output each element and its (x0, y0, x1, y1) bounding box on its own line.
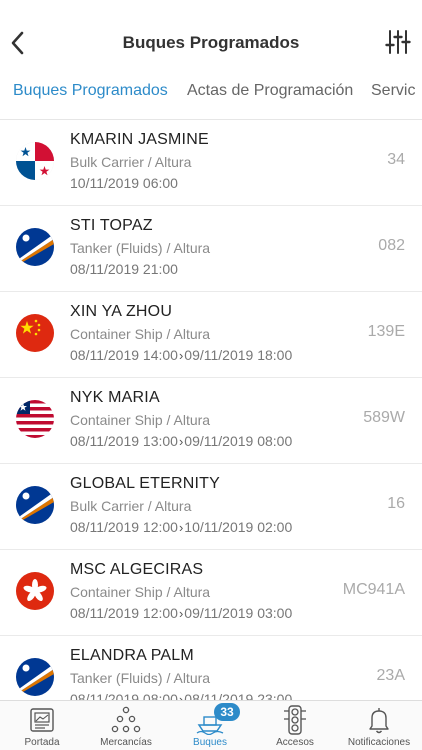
vessel-dates: 08/11/2019 12:00›10/11/2019 02:00 (70, 519, 292, 535)
vessel-dates: 10/11/2019 06:00 (70, 175, 178, 191)
chevron-right-icon: › (178, 348, 184, 363)
vessel-code: MC941A (342, 581, 405, 598)
vessel-type: Container Ship / Altura (70, 326, 211, 342)
bell-icon (369, 708, 389, 734)
date-to: 09/11/2019 18:00 (184, 347, 293, 363)
tabbar-item-portada[interactable]: Portada (0, 701, 84, 750)
list-item[interactable]: ELANDRA PALM Tanker (Fluids) / Altura 08… (0, 636, 422, 700)
vessel-name: STI TOPAZ (70, 217, 153, 234)
chevron-right-icon: › (178, 692, 184, 700)
buques-count-badge: 33 (214, 703, 240, 721)
list-item[interactable]: MSC ALGECIRAS Container Ship / Altura 08… (0, 550, 422, 636)
date-from: 08/11/2019 21:00 (70, 261, 178, 277)
tabbar-label: Portada (24, 737, 60, 748)
vessel-type: Tanker (Fluids) / Altura (70, 240, 211, 256)
tabbar-label: Mercancías (100, 737, 152, 748)
tab-servicios[interactable]: Servic (371, 82, 415, 100)
tabbar-item-buques[interactable]: 33 Buques (168, 701, 252, 750)
marshall-islands-flag-icon (16, 658, 54, 696)
vessel-name: MSC ALGECIRAS (70, 561, 204, 578)
date-from: 08/11/2019 12:00 (70, 519, 178, 535)
vessel-name: NYK MARIA (70, 389, 160, 406)
vessel-code: 082 (378, 237, 405, 254)
china-flag-icon (16, 314, 54, 352)
vessel-name: GLOBAL ETERNITY (70, 475, 220, 492)
list-item[interactable]: STI TOPAZ Tanker (Fluids) / Altura 08/11… (0, 206, 422, 292)
vessel-type: Bulk Carrier / Altura (70, 498, 192, 514)
bottom-tab-bar: Portada Mercancías 33 Buques Accesos Not… (0, 700, 422, 750)
tabbar-label: Buques (193, 737, 227, 748)
vessel-code: 139E (367, 323, 405, 340)
vessel-name: ELANDRA PALM (70, 647, 194, 664)
date-from: 10/11/2019 06:00 (70, 175, 178, 191)
vessel-type: Container Ship / Altura (70, 584, 211, 600)
tabbar-item-accesos[interactable]: Accesos (253, 701, 337, 750)
dots-grid-icon (111, 706, 141, 733)
date-to: 10/11/2019 02:00 (184, 519, 293, 535)
chevron-right-icon: › (178, 434, 184, 449)
date-from: 08/11/2019 12:00 (70, 605, 178, 621)
list-item[interactable]: NYK MARIA Container Ship / Altura 08/11/… (0, 378, 422, 464)
vessel-code: 589W (363, 409, 405, 426)
newspaper-icon (30, 708, 54, 732)
vessel-dates: 08/11/2019 14:00›09/11/2019 18:00 (70, 347, 292, 363)
vessel-code: 23A (376, 667, 405, 684)
panama-flag-icon (16, 142, 54, 180)
vessel-code: 34 (387, 151, 405, 168)
tab-buques-programados[interactable]: Buques Programados (13, 82, 168, 100)
chevron-right-icon: › (178, 606, 184, 621)
date-from: 08/11/2019 14:00 (70, 347, 178, 363)
marshall-islands-flag-icon (16, 486, 54, 524)
date-from: 08/11/2019 13:00 (70, 433, 178, 449)
list-item[interactable]: XIN YA ZHOU Container Ship / Altura 08/1… (0, 292, 422, 378)
vessel-dates: 08/11/2019 13:00›09/11/2019 08:00 (70, 433, 292, 449)
list-item[interactable]: KMARIN JASMINE Bulk Carrier / Altura 10/… (0, 120, 422, 206)
marshall-islands-flag-icon (16, 228, 54, 266)
date-to: 08/11/2019 23:00 (184, 691, 293, 700)
tabbar-label: Accesos (276, 737, 314, 748)
hong-kong-flag-icon (16, 572, 54, 610)
vessel-type: Bulk Carrier / Altura (70, 154, 192, 170)
tabbar-label: Notificaciones (347, 737, 411, 748)
traffic-light-icon (284, 705, 306, 735)
vessel-type: Container Ship / Altura (70, 412, 211, 428)
vessel-dates: 08/11/2019 08:00›08/11/2019 23:00 (70, 691, 292, 700)
vessel-list: KMARIN JASMINE Bulk Carrier / Altura 10/… (0, 120, 422, 700)
page-title: Buques Programados (122, 33, 300, 52)
date-to: 09/11/2019 08:00 (184, 433, 293, 449)
tabbar-item-mercancias[interactable]: Mercancías (84, 701, 168, 750)
date-to: 09/11/2019 03:00 (184, 605, 293, 621)
tabbar-item-notificaciones[interactable]: Notificaciones (337, 701, 421, 750)
vessel-dates: 08/11/2019 21:00 (70, 261, 178, 277)
list-item[interactable]: GLOBAL ETERNITY Bulk Carrier / Altura 08… (0, 464, 422, 550)
segment-tabs: Buques Programados Actas de Programación… (0, 70, 422, 120)
vessel-code: 16 (387, 495, 405, 512)
vessel-dates: 08/11/2019 12:00›09/11/2019 03:00 (70, 605, 292, 621)
tab-actas-de-programacion[interactable]: Actas de Programación (187, 82, 353, 100)
vessel-name: XIN YA ZHOU (70, 303, 173, 320)
vessel-name: KMARIN JASMINE (70, 131, 209, 148)
vessel-type: Tanker (Fluids) / Altura (70, 670, 211, 686)
liberia-flag-icon (16, 400, 54, 438)
chevron-right-icon: › (178, 520, 184, 535)
sliders-icon[interactable] (383, 26, 413, 58)
date-from: 08/11/2019 08:00 (70, 691, 178, 700)
